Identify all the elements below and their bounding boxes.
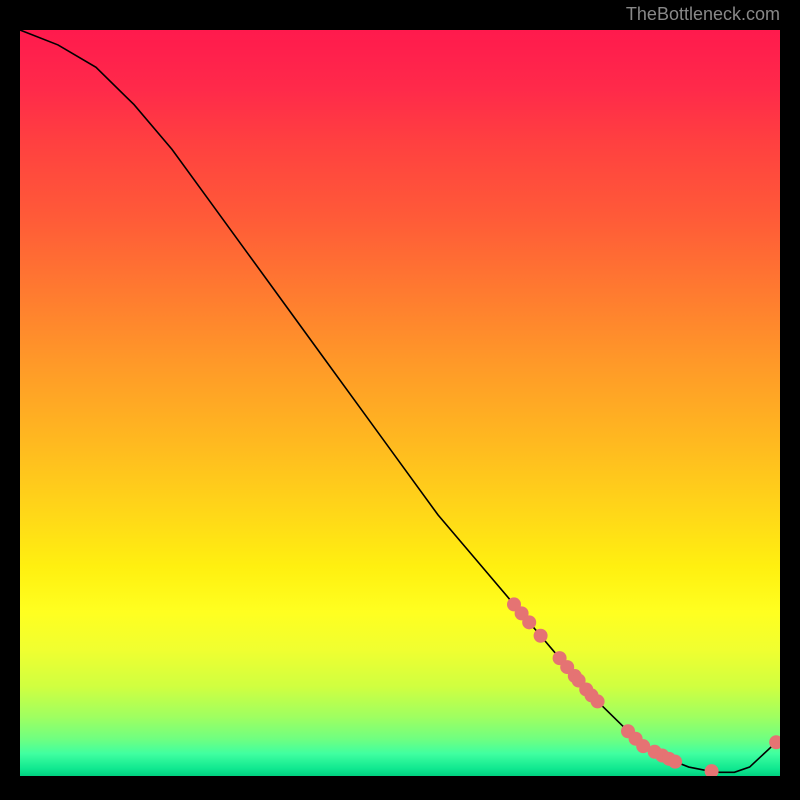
- curve-marker: [534, 629, 548, 643]
- curve-marker: [591, 694, 605, 708]
- curve-marker: [705, 764, 719, 776]
- curve-marker: [668, 755, 682, 769]
- chart-svg: [20, 30, 780, 776]
- bottleneck-curve: [20, 30, 780, 772]
- chart-plot-area: [20, 30, 780, 776]
- attribution-label: TheBottleneck.com: [626, 4, 780, 25]
- curve-markers: [507, 597, 780, 776]
- curve-marker: [522, 615, 536, 629]
